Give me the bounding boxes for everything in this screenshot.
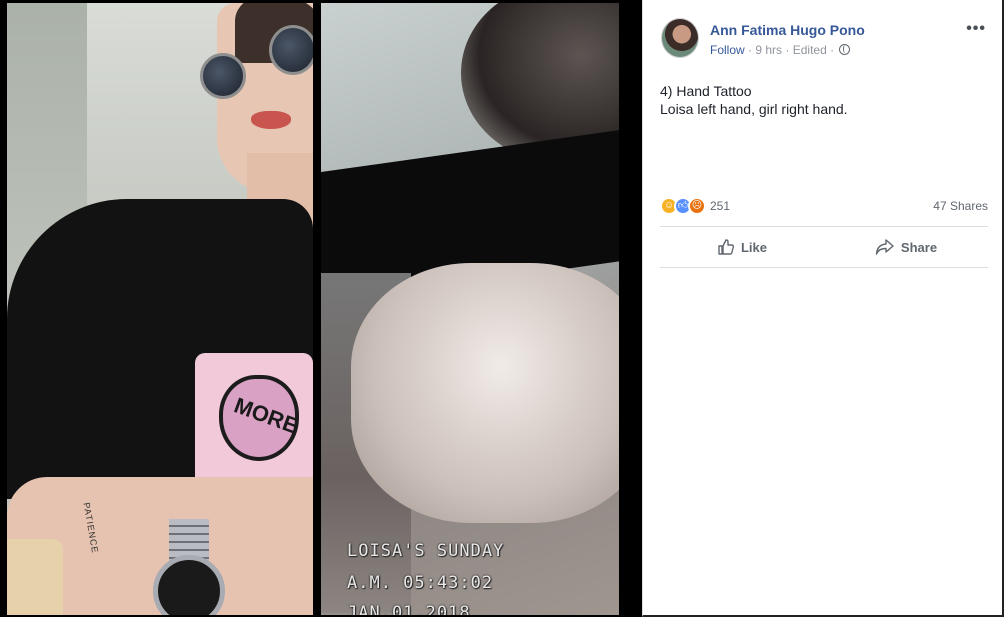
video-overlay-date: JAN.01.2018 <box>347 603 471 615</box>
photo-viewer: MORE PATIENCE LOISA'S SUNDAY A.M. 05:43:… <box>0 0 642 617</box>
reaction-count[interactable]: 251 <box>710 199 730 213</box>
reactions-bar: ☺ 👍︎ ☹ 251 47 Shares <box>660 197 988 215</box>
share-count[interactable]: 47 Shares <box>933 199 988 213</box>
follow-link[interactable]: Follow <box>710 43 745 57</box>
post-text-line: 4) Hand Tattoo <box>660 83 752 99</box>
share-label: Share <box>900 239 938 255</box>
like-button[interactable]: Like <box>660 227 824 267</box>
video-overlay-title: LOISA'S SUNDAY <box>347 541 505 561</box>
edited-label[interactable]: Edited <box>793 43 827 57</box>
photo-divider <box>313 3 321 615</box>
sunglasses-left-lens <box>200 53 246 99</box>
video-overlay-time: A.M. 05:43:02 <box>347 573 494 593</box>
meta-separator: · <box>785 43 793 57</box>
post-photo[interactable]: MORE PATIENCE LOISA'S SUNDAY A.M. 05:43:… <box>7 3 619 615</box>
meta-separator: · <box>830 43 838 57</box>
like-label: Like <box>740 239 767 255</box>
author-name[interactable]: Ann Fatima Hugo Pono <box>710 22 865 38</box>
sunglasses-right-lens <box>269 25 313 75</box>
post-time[interactable]: 9 hrs <box>755 43 782 57</box>
lips <box>251 111 291 129</box>
share-arrow-icon <box>875 239 894 255</box>
blurred-hand <box>351 263 619 523</box>
avatar[interactable] <box>661 18 699 58</box>
post-header: Ann Fatima Hugo Pono Follow · 9 hrs · Ed… <box>661 18 991 62</box>
action-bar: Like Share <box>660 226 988 268</box>
post-sidebar: Ann Fatima Hugo Pono Follow · 9 hrs · Ed… <box>642 0 1004 617</box>
drinking-glass <box>7 539 63 615</box>
thumbs-up-icon <box>718 239 735 255</box>
photo-right-panel: LOISA'S SUNDAY A.M. 05:43:02 JAN.01.2018 <box>321 3 619 615</box>
post-text: 4) Hand Tattoo Loisa left hand, girl rig… <box>660 82 848 118</box>
share-button[interactable]: Share <box>824 227 988 267</box>
photo-left-panel: MORE PATIENCE <box>7 3 313 615</box>
post-meta: Follow · 9 hrs · Edited · <box>710 43 851 57</box>
more-options-icon[interactable]: ••• <box>966 20 986 38</box>
globe-icon[interactable] <box>839 44 851 55</box>
post-text-line: Loisa left hand, girl right hand. <box>660 101 848 117</box>
angry-reaction-icon[interactable]: ☹ <box>688 197 706 215</box>
